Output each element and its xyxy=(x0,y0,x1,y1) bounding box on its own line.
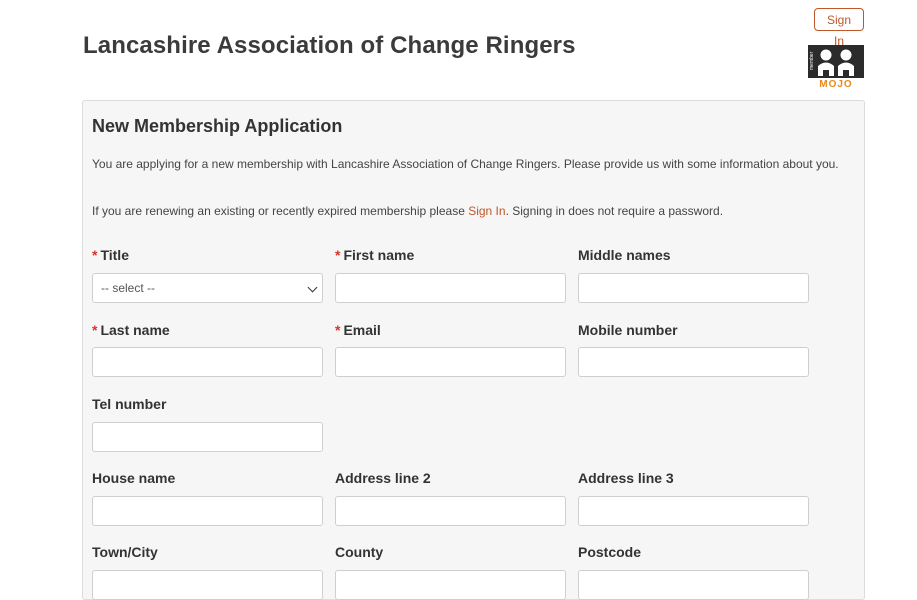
svg-text:MOJO: MOJO xyxy=(819,79,852,88)
last-name-label: * Last name xyxy=(92,322,170,338)
county-label: County xyxy=(335,544,384,560)
address-line-3-input[interactable] xyxy=(578,496,809,526)
page-title: Lancashire Association of Change Ringers xyxy=(83,32,576,59)
chevron-down-icon xyxy=(307,282,318,293)
mobile-input[interactable] xyxy=(578,347,809,377)
email-label: * Email xyxy=(335,322,381,338)
first-name-label: * First name xyxy=(335,247,415,263)
svg-text:member: member xyxy=(809,51,815,70)
title-select[interactable]: -- select -- xyxy=(92,273,323,303)
town-input[interactable] xyxy=(92,570,323,600)
members-logo-icon: member MOJO xyxy=(808,45,864,90)
sign-in-link[interactable]: Sign In xyxy=(468,204,505,218)
address-line-2-label: Address line 2 xyxy=(335,470,431,486)
form-title: New Membership Application xyxy=(92,116,343,136)
membermojo-logo: member MOJO xyxy=(806,42,866,93)
renew-text: If you are renewing an existing or recen… xyxy=(92,204,724,218)
sign-in-button[interactable]: Sign In xyxy=(814,8,864,48)
postcode-input[interactable] xyxy=(578,570,809,600)
email-input[interactable] xyxy=(335,347,566,377)
first-name-input[interactable] xyxy=(335,273,566,303)
membership-form-card: New Membership Application You are apply… xyxy=(82,100,865,600)
intro-text: You are applying for a new membership wi… xyxy=(92,157,839,171)
postcode-label: Postcode xyxy=(578,544,642,560)
last-name-input[interactable] xyxy=(92,347,323,377)
middle-names-label: Middle names xyxy=(578,247,671,263)
house-name-input[interactable] xyxy=(92,496,323,526)
mobile-label: Mobile number xyxy=(578,322,678,338)
middle-names-input[interactable] xyxy=(578,273,809,303)
address-line-3-label: Address line 3 xyxy=(578,470,674,486)
tel-label: Tel number xyxy=(92,396,167,412)
county-input[interactable] xyxy=(335,570,566,600)
town-label: Town/City xyxy=(92,544,158,560)
tel-input[interactable] xyxy=(92,422,323,452)
address-line-2-input[interactable] xyxy=(335,496,566,526)
house-name-label: House name xyxy=(92,470,176,486)
title-label: * Title xyxy=(92,247,129,263)
